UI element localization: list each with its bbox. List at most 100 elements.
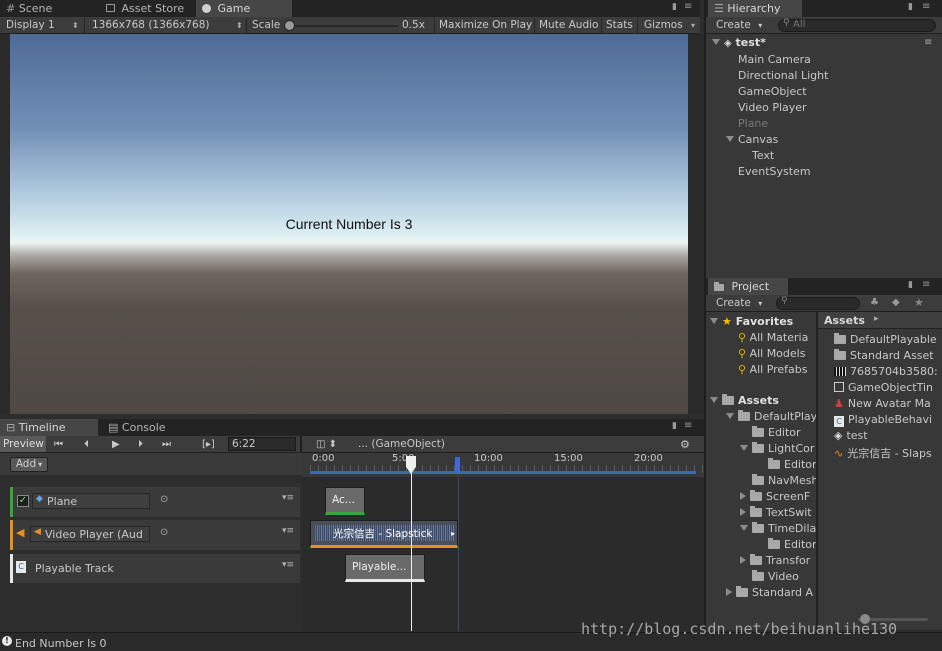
timeline-asset-breadcrumb[interactable]: ... (GameObject) [358,436,445,453]
filter-by-label-icon[interactable]: ◆ [892,297,900,308]
expand-arrow-icon[interactable] [710,397,718,403]
panel-menu-icon[interactable]: ≡ [684,1,692,12]
hierarchy-create-dropdown[interactable]: Create ▾ [716,17,762,34]
tree-folder[interactable]: ScreenF [740,490,810,503]
hierarchy-item-directional-light[interactable]: Directional Light [738,69,828,82]
frame-field[interactable]: 6:22 [228,437,296,451]
track-menu-icon[interactable]: ▾≡ [282,526,294,536]
expand-arrow-icon[interactable] [726,136,734,142]
asset-item[interactable]: ◈ test [834,429,868,442]
track-header-plane[interactable]: ✓ ◆ Plane ⊙ ▾≡ [10,487,300,517]
duration-end-marker[interactable] [455,457,460,474]
mute-audio-button[interactable]: Mute Audio [539,17,598,34]
favorite-item[interactable]: ⚲ All Models [738,347,805,360]
breadcrumb-assets[interactable]: Assets [824,314,865,327]
next-frame-icon[interactable]: ⏵ [138,436,143,453]
time-ruler[interactable]: 0:00 5:00 10:00 15:00 20:00 [302,453,704,477]
maximize-on-play-button[interactable]: Maximize On Play [439,17,532,34]
tree-folder[interactable]: Editor [768,538,816,551]
tab-hierarchy[interactable]: ☰ Hierarchy [708,0,802,17]
game-viewport[interactable]: Current Number Is 3 [10,34,688,414]
tab-scene[interactable]: # Scene [0,0,86,17]
tree-folder[interactable]: TextSwit [740,506,812,519]
panel-menu-icon[interactable]: ≡ [684,420,692,431]
lock-icon[interactable]: ▮ [908,2,913,12]
panel-menu-icon[interactable]: ≡ [922,279,930,290]
track-menu-icon[interactable]: ▾≡ [282,560,294,570]
hierarchy-item-canvas[interactable]: Canvas [726,133,778,146]
expand-arrow-icon[interactable] [740,445,748,451]
preview-button[interactable]: Preview [0,436,46,452]
resolution-dropdown[interactable]: 1366x768 (1366x768) ⬍ [92,17,243,34]
tab-project[interactable]: Project [708,278,788,295]
scene-root[interactable]: ◈ test* [712,36,766,49]
hierarchy-item-eventsystem[interactable]: EventSystem [738,165,811,178]
scene-menu-icon[interactable]: ≡ [924,37,932,48]
tree-folder[interactable]: LightCor [740,442,814,455]
tree-folder[interactable]: Editor [768,458,816,471]
expand-arrow-icon[interactable] [712,39,720,45]
filter-by-type-icon[interactable]: ♣ [870,297,879,308]
collapse-arrow-icon[interactable] [740,508,746,516]
expand-arrow-icon[interactable] [726,413,734,419]
tab-game[interactable]: Game [196,0,292,17]
scale-slider-track[interactable] [288,25,398,27]
panel-menu-icon[interactable]: ≡ [922,1,930,12]
tab-asset-store[interactable]: Asset Store [100,0,192,17]
project-search-input[interactable]: ⚲ [776,296,860,310]
hierarchy-item-main-camera[interactable]: Main Camera [738,53,811,66]
display-dropdown[interactable]: Display 1 ⬍ [6,17,80,34]
track-header-playable[interactable]: C Playable Track ▾≡ [10,554,300,583]
tree-folder[interactable]: Video [752,570,799,583]
asset-item[interactable]: 7685704b3580: [834,365,938,378]
scale-slider-thumb[interactable] [284,20,295,31]
asset-item[interactable]: Standard Asset [834,349,934,362]
tree-folder[interactable]: Standard A [726,586,813,599]
object-picker-icon[interactable]: ⊙ [160,527,168,538]
tree-folder[interactable]: NavMesh [752,474,816,487]
tree-folder[interactable]: TimeDila [740,522,816,535]
tab-timeline[interactable]: ⊟ Timeline [0,419,98,436]
hierarchy-search-input[interactable]: ⚲ All [778,18,936,32]
binding-field[interactable]: ◆ Plane [32,493,150,509]
asset-item[interactable]: C PlayableBehavi [834,413,932,427]
play-range-icon[interactable]: [▸] [202,436,215,453]
stats-button[interactable]: Stats [606,17,633,34]
assets-root[interactable]: Assets [710,394,779,407]
asset-item[interactable]: ♟ New Avatar Ma [834,397,931,410]
tab-console[interactable]: ▤ Console [102,419,182,436]
object-picker-icon[interactable]: ⊙ [160,494,168,505]
goto-start-icon[interactable]: ⏮ [54,436,63,453]
asset-item[interactable]: ∿ 光宗信吉 - Slaps [834,445,932,461]
tree-folder[interactable]: Transfor [740,554,810,567]
tree-folder[interactable]: Editor [752,426,801,439]
add-track-button[interactable]: Add ▾ [10,457,48,472]
gizmos-dropdown[interactable]: Gizmos ▾ [644,17,695,34]
timeline-settings-gear-icon[interactable]: ⚙ [680,436,690,453]
lock-icon[interactable]: ▮ [672,2,677,12]
previous-frame-icon[interactable]: ⏴ [84,436,89,453]
favorite-item[interactable]: ⚲ All Materia [738,331,808,344]
favorite-item[interactable]: ⚲ All Prefabs [738,363,808,376]
playable-clip[interactable]: Playable... [345,554,425,582]
play-icon[interactable]: ▶ [112,436,120,453]
collapse-arrow-icon[interactable] [726,588,732,596]
collapse-arrow-icon[interactable] [740,492,746,500]
lock-icon[interactable]: ▮ [672,421,677,431]
clip-view-toggle-icon[interactable]: ◫ ⬍ [316,436,337,453]
track-header-video-player[interactable]: ◀ ◀ Video Player (Aud ⊙ ▾≡ [10,520,300,550]
hierarchy-item-text[interactable]: Text [752,149,774,162]
activation-clip[interactable]: Ac... [325,487,365,515]
audio-clip[interactable]: 光宗信吉 - Slapstick ▸ [310,520,458,548]
hierarchy-item-plane[interactable]: Plane [738,117,768,130]
lock-icon[interactable]: ▮ [908,280,913,290]
hierarchy-item-gameobject[interactable]: GameObject [738,85,807,98]
project-create-dropdown[interactable]: Create ▾ [716,295,762,312]
hierarchy-item-video-player[interactable]: Video Player [738,101,807,114]
expand-arrow-icon[interactable] [740,525,748,531]
asset-item[interactable]: DefaultPlayable [834,333,937,346]
track-menu-icon[interactable]: ▾≡ [282,493,294,503]
favorite-star-icon[interactable]: ★ [914,296,924,309]
expand-arrow-icon[interactable] [710,318,718,324]
asset-item[interactable]: GameObjectTin [834,381,933,394]
